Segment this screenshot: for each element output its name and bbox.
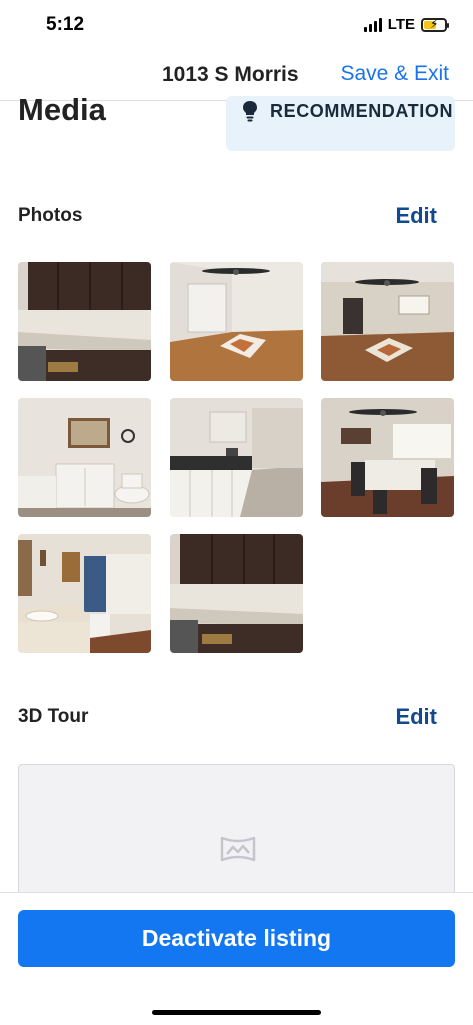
photo-thumbnail[interactable] xyxy=(170,398,303,517)
listing-title: 1013 S Morris xyxy=(162,63,299,86)
recommendation-button[interactable]: RECOMMENDATION xyxy=(226,96,455,151)
tour-edit-button[interactable]: Edit xyxy=(395,704,437,730)
deactivate-listing-button[interactable]: Deactivate listing xyxy=(18,910,455,967)
photo-thumbnail[interactable] xyxy=(18,534,151,653)
page-title: Media xyxy=(18,92,106,127)
photos-section-title: Photos xyxy=(18,205,83,226)
photo-thumbnail[interactable] xyxy=(18,398,151,517)
panorama-icon xyxy=(220,836,256,862)
home-indicator xyxy=(152,1010,321,1015)
photo-thumbnail[interactable] xyxy=(170,534,303,653)
photo-thumbnail[interactable] xyxy=(321,398,454,517)
tour-placeholder[interactable] xyxy=(18,764,455,904)
lightbulb-icon xyxy=(243,101,257,122)
battery-charging-icon: ⚡ xyxy=(421,17,449,32)
status-bar: 5:12 LTE ⚡ xyxy=(0,0,473,50)
signal-icon xyxy=(363,17,382,32)
recommendation-label: RECOMMENDATION xyxy=(270,101,454,121)
save-exit-button[interactable]: Save & Exit xyxy=(340,62,449,86)
tour-section-title: 3D Tour xyxy=(18,706,89,727)
photo-thumbnail[interactable] xyxy=(170,262,303,381)
photo-thumbnail[interactable] xyxy=(321,262,454,381)
status-time: 5:12 xyxy=(46,14,85,35)
network-label: LTE xyxy=(387,16,415,33)
photo-thumbnail[interactable] xyxy=(18,262,151,381)
photos-edit-button[interactable]: Edit xyxy=(395,203,437,229)
status-indicators: LTE ⚡ xyxy=(363,16,449,33)
